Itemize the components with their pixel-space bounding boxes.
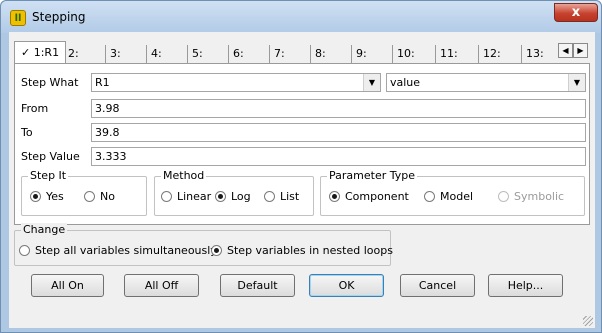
tab-label: 13:: [526, 47, 544, 60]
step-it-yes-radio[interactable]: Yes: [30, 190, 64, 203]
radio-unselected-icon: [498, 191, 509, 202]
tab-13[interactable]: 13:: [521, 45, 544, 63]
tab-9[interactable]: 9:: [351, 45, 367, 63]
tab-label: 1:R1: [33, 46, 60, 59]
step-nested-loops-radio[interactable]: Step variables in nested loops: [211, 244, 393, 257]
tab-label: 12:: [483, 47, 501, 60]
radio-unselected-icon: [19, 245, 30, 256]
method-title: Method: [161, 169, 207, 182]
radio-unselected-icon: [264, 191, 275, 202]
parameter-model-radio[interactable]: Model: [424, 190, 473, 203]
step-what-label: Step What: [21, 76, 79, 89]
step-it-group: Step It Yes No: [21, 169, 147, 216]
tab-label: 3:: [110, 47, 121, 60]
tab-panel: Step What R1 ▼ value ▼ From 3.98 To 39.8…: [14, 63, 590, 225]
parameter-type-title: Parameter Type: [327, 169, 417, 182]
chevron-down-icon[interactable]: ▼: [568, 74, 585, 91]
tab-2[interactable]: 2:: [64, 45, 79, 63]
from-label: From: [21, 102, 49, 115]
radio-label: Model: [440, 190, 474, 203]
tab-label: 2:: [68, 47, 79, 60]
radio-label: Step variables in nested loops: [227, 244, 393, 257]
tab-10[interactable]: 10:: [392, 45, 415, 63]
close-button[interactable]: x: [554, 3, 598, 22]
window-title: Stepping: [32, 10, 86, 24]
method-linear-radio[interactable]: Linear: [161, 190, 211, 203]
help-button[interactable]: Help...: [488, 274, 563, 297]
radio-selected-icon: [329, 191, 340, 202]
chevron-down-icon[interactable]: ▼: [363, 74, 380, 91]
method-list-radio[interactable]: List: [264, 190, 299, 203]
radio-selected-icon: [211, 245, 222, 256]
all-on-button[interactable]: All On: [31, 274, 104, 297]
radio-label: Yes: [46, 190, 64, 203]
tab-label: 6:: [233, 47, 244, 60]
tab-label: 4:: [151, 47, 162, 60]
tab-6[interactable]: 6:: [228, 45, 244, 63]
to-label: To: [21, 126, 33, 139]
step-it-title: Step It: [28, 169, 69, 182]
radio-label: Log: [231, 190, 251, 203]
radio-label: Component: [345, 190, 409, 203]
stepping-dialog: ll Stepping x ✓ 1:R1 2: 3: 4: 5: 6: 7: 8…: [0, 0, 602, 333]
left-arrow-icon: ◀: [562, 46, 569, 55]
tab-7[interactable]: 7:: [269, 45, 285, 63]
radio-label: Linear: [177, 190, 212, 203]
radio-label: No: [100, 190, 115, 203]
radio-label: Step all variables simultaneously: [35, 244, 217, 257]
parameter-type-group: Parameter Type Component Model Symbolic: [320, 169, 585, 216]
all-off-button[interactable]: All Off: [124, 274, 199, 297]
tab-label: 7:: [274, 47, 285, 60]
parameter-value: value: [390, 76, 421, 89]
close-icon: x: [571, 5, 581, 20]
check-icon: ✓: [21, 46, 31, 59]
cancel-button[interactable]: Cancel: [400, 274, 475, 297]
change-title: Change: [21, 223, 68, 236]
tab-1[interactable]: ✓ 1:R1: [14, 41, 67, 64]
radio-unselected-icon: [84, 191, 95, 202]
step-value-label: Step Value: [21, 150, 80, 163]
radio-label: List: [280, 190, 300, 203]
parameter-component-radio[interactable]: Component: [329, 190, 409, 203]
step-what-value: R1: [95, 76, 110, 89]
parameter-combobox[interactable]: value ▼: [386, 73, 586, 92]
step-value-input[interactable]: 3.333: [91, 147, 586, 166]
radio-unselected-icon: [424, 191, 435, 202]
radio-unselected-icon: [161, 191, 172, 202]
change-group: Change Step all variables simultaneously…: [14, 223, 393, 266]
step-what-combobox[interactable]: R1 ▼: [91, 73, 381, 92]
step-simultaneously-radio[interactable]: Step all variables simultaneously: [19, 244, 217, 257]
ok-button[interactable]: OK: [309, 274, 384, 297]
radio-selected-icon: [215, 191, 226, 202]
tab-8[interactable]: 8:: [310, 45, 326, 63]
tab-5[interactable]: 5:: [187, 45, 203, 63]
title-bar[interactable]: ll Stepping x: [1, 1, 601, 33]
dialog-client-area: ✓ 1:R1 2: 3: 4: 5: 6: 7: 8: 9: 10: 11: 1…: [9, 32, 595, 328]
app-icon: ll: [10, 10, 26, 26]
method-log-radio[interactable]: Log: [215, 190, 251, 203]
step-tabs: ✓ 1:R1 2: 3: 4: 5: 6: 7: 8: 9: 10: 11: 1…: [14, 41, 590, 64]
tab-scroll-right-button[interactable]: ▶: [573, 43, 588, 58]
right-arrow-icon: ▶: [577, 46, 584, 55]
tab-11[interactable]: 11:: [435, 45, 458, 63]
tab-scroll-left-button[interactable]: ◀: [558, 43, 573, 58]
default-button[interactable]: Default: [220, 274, 295, 297]
tab-4[interactable]: 4:: [146, 45, 162, 63]
radio-label: Symbolic: [514, 190, 565, 203]
tab-label: 9:: [356, 47, 367, 60]
tab-3[interactable]: 3:: [105, 45, 121, 63]
tab-label: 8:: [315, 47, 326, 60]
tab-label: 10:: [397, 47, 415, 60]
method-group: Method Linear Log List: [154, 169, 314, 216]
to-input[interactable]: 39.8: [91, 123, 586, 142]
resize-grip-icon[interactable]: [583, 316, 593, 326]
tab-label: 5:: [192, 47, 203, 60]
from-input[interactable]: 3.98: [91, 99, 586, 118]
step-it-no-radio[interactable]: No: [84, 190, 115, 203]
tab-12[interactable]: 12:: [478, 45, 501, 63]
parameter-symbolic-radio: Symbolic: [498, 190, 564, 203]
tab-label: 11:: [440, 47, 458, 60]
radio-selected-icon: [30, 191, 41, 202]
